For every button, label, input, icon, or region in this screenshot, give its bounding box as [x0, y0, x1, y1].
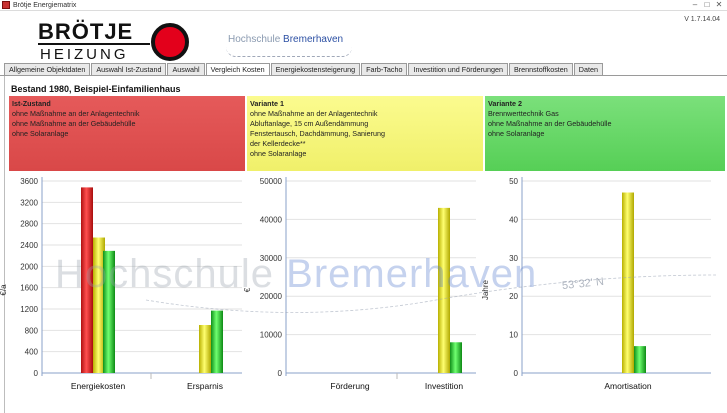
tab-investition-foerderungen[interactable]: Investition und Förderungen: [408, 63, 508, 75]
x-category-label: Förderung: [330, 381, 369, 391]
y-tick-label: 800: [25, 326, 39, 335]
x-category-label: Investition: [425, 381, 464, 391]
y-tick-label: 0: [34, 369, 39, 378]
bar-green: [450, 342, 462, 373]
header: BRÖTJE HEIZUNG Hochschule Bremerhaven V …: [0, 11, 727, 63]
x-category-label: Energiekosten: [71, 381, 126, 391]
app-icon: [2, 1, 10, 9]
y-tick-label: 2000: [20, 262, 38, 271]
logo-sub-text: HEIZUNG: [40, 46, 129, 63]
tab-daten[interactable]: Daten: [573, 63, 603, 75]
tab-energiekostensteigerung[interactable]: Energiekostensteigerung: [270, 63, 361, 75]
logo-rule: [38, 43, 150, 45]
y-tick-label: 3600: [20, 177, 38, 186]
y-axis-label: €/a: [0, 284, 8, 296]
window-controls: – □ ✕: [689, 0, 725, 10]
y-tick-label: 1600: [20, 284, 38, 293]
y-tick-label: 50000: [260, 177, 283, 186]
minimize-button[interactable]: –: [689, 0, 701, 10]
y-tick-label: 2800: [20, 220, 38, 229]
y-tick-label: 3200: [20, 198, 38, 207]
version-label: V 1.7.14.04: [684, 16, 720, 23]
bar-green: [634, 346, 646, 373]
bar-yellow: [622, 192, 634, 373]
y-tick-label: 2400: [20, 241, 38, 250]
tab-auswahl[interactable]: Auswahl: [167, 63, 205, 75]
tab-farb-tacho[interactable]: Farb-Tacho: [361, 63, 408, 75]
window-title: Brötje Energiematrix: [13, 2, 77, 9]
tab-auswahl-ist-zustand[interactable]: Auswahl Ist-Zustand: [91, 63, 167, 75]
hochschule-logo: Hochschule Bremerhaven: [228, 34, 343, 46]
y-tick-label: 40000: [260, 215, 283, 224]
watermark-part2: Bremerhaven: [286, 252, 538, 296]
y-tick-label: 0: [514, 369, 519, 378]
y-tick-label: 40: [509, 215, 518, 224]
logo-brand-text: BRÖTJE: [38, 19, 134, 44]
logo-circle-icon: [151, 23, 189, 61]
tab-bar: Allgemeine Objektdaten Auswahl Ist-Zusta…: [4, 63, 604, 76]
close-button[interactable]: ✕: [713, 0, 725, 10]
page-title: Bestand 1980, Beispiel-Einfamilienhaus: [11, 84, 181, 94]
tab-brennstoffkosten[interactable]: Brennstoffkosten: [508, 63, 573, 75]
bar-green: [211, 310, 223, 373]
watermark-part1: Hochschule: [55, 252, 275, 296]
hochschule-logo-part2: Bremerhaven: [283, 34, 344, 45]
hochschule-logo-part1: Hochschule: [228, 34, 281, 45]
x-category-label: Amortisation: [604, 381, 652, 391]
y-tick-label: 50: [509, 177, 518, 186]
tab-allgemeine-objektdaten[interactable]: Allgemeine Objektdaten: [4, 63, 91, 75]
logo-swirl-icon: [226, 47, 352, 57]
y-tick-label: 10: [509, 331, 518, 340]
x-category-label: Ersparnis: [187, 381, 223, 391]
y-tick-label: 0: [278, 369, 283, 378]
y-tick-label: 1200: [20, 305, 38, 314]
title-bar: Brötje Energiematrix – □ ✕: [0, 0, 727, 11]
watermark: Hochschule Bremerhaven: [55, 254, 537, 294]
y-tick-label: 400: [25, 348, 39, 357]
bar-yellow: [199, 325, 211, 373]
y-tick-label: 10000: [260, 331, 283, 340]
maximize-button[interactable]: □: [701, 0, 713, 10]
broetje-logo: BRÖTJE HEIZUNG: [38, 21, 192, 67]
app-window: Brötje Energiematrix – □ ✕ BRÖTJE HEIZUNG …: [0, 0, 727, 413]
